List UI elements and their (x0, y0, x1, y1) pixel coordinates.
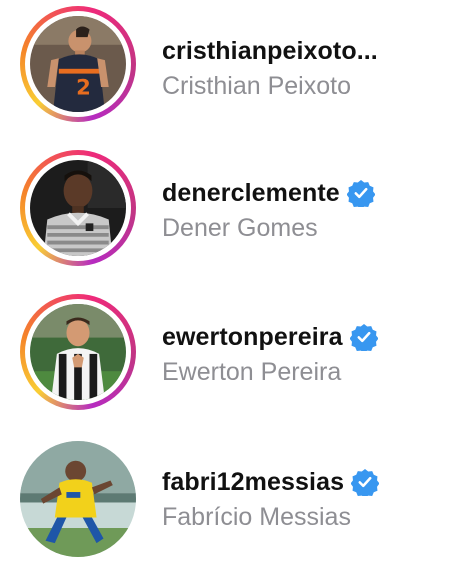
avatar (20, 441, 136, 557)
verified-badge-icon (346, 180, 375, 207)
account-list: 2 cristhianpeixoto... Cristhian Peixoto (0, 0, 463, 578)
verified-badge-icon (351, 469, 380, 496)
account-row-ewertonpereira[interactable]: ewertonpereira Ewerton Pereira (0, 289, 463, 433)
avatar (30, 160, 126, 256)
avatar-border (20, 441, 136, 557)
username[interactable]: fabri12messias (162, 468, 344, 497)
account-text: denerclemente Dener Gomes (162, 176, 455, 243)
account-row-cristhianpeixoto[interactable]: 2 cristhianpeixoto... Cristhian Peixoto (0, 0, 463, 144)
full-name: Cristhian Peixoto (162, 72, 351, 100)
full-name: Dener Gomes (162, 214, 318, 242)
account-row-denerclemente[interactable]: denerclemente Dener Gomes (0, 145, 463, 289)
avatar: 2 (30, 16, 126, 112)
avatar-image (30, 304, 126, 400)
username-line: denerclemente (162, 176, 455, 210)
account-text: ewertonpereira Ewerton Pereira (162, 320, 455, 387)
username[interactable]: denerclemente (162, 179, 340, 208)
avatar-border: 2 (25, 11, 131, 117)
verified-badge-icon (349, 324, 378, 351)
account-text: fabri12messias Fabrício Messias (162, 465, 455, 532)
avatar-border (25, 299, 131, 405)
username[interactable]: ewertonpereira (162, 323, 343, 352)
username-line: cristhianpeixoto... (162, 34, 455, 68)
avatar-container[interactable] (20, 441, 136, 557)
svg-text:2: 2 (76, 75, 91, 100)
avatar (30, 304, 126, 400)
avatar-image (30, 160, 126, 256)
account-text: cristhianpeixoto... Cristhian Peixoto (162, 34, 455, 101)
full-name: Fabrício Messias (162, 503, 351, 531)
story-ring[interactable] (20, 294, 136, 410)
avatar-border (25, 155, 131, 261)
username-line: ewertonpereira (162, 320, 455, 354)
full-name: Ewerton Pereira (162, 358, 342, 386)
account-row-fabri12messias[interactable]: fabri12messias Fabrício Messias (0, 433, 463, 577)
username-line: fabri12messias (162, 465, 455, 499)
story-ring[interactable]: 2 (20, 6, 136, 122)
story-ring[interactable] (20, 150, 136, 266)
avatar-image: 2 (30, 16, 126, 112)
avatar-image (20, 441, 136, 557)
username[interactable]: cristhianpeixoto... (162, 37, 378, 66)
